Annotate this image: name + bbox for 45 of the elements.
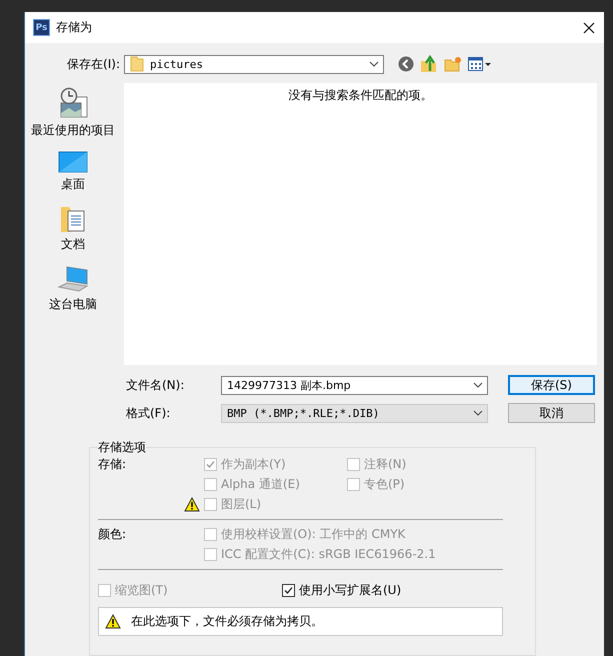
sidebar-place[interactable]: 文档 [60,205,86,253]
section-label: 存储: [98,456,128,473]
sidebar-place[interactable]: 这台电脑 [49,265,97,313]
checkbox-label: 注释(N) [364,456,406,473]
close-icon [583,22,595,34]
view-menu-button[interactable] [468,57,492,71]
empty-message: 没有与搜索条件匹配的项。 [288,87,432,104]
checkbox-label: 作为副本(Y) [221,456,286,473]
checkbox-label: 专色(P) [364,476,405,493]
location-value: pictures [150,58,204,70]
chevron-down-icon [369,61,379,67]
up-folder-button[interactable] [420,55,438,73]
file-name-label: 文件名(N): [126,376,186,394]
cancel-button[interactable]: 取消 [508,403,595,423]
format-value: BMP (*.BMP;*.RLE;*.DIB) [227,406,380,420]
save-button[interactable]: 保存(S) [508,375,595,395]
format-label: 格式(F): [126,404,172,422]
section-label: 颜色: [98,526,128,543]
documents-folder-icon [60,205,86,233]
format-dropdown[interactable]: BMP (*.BMP;*.RLE;*.DIB) [221,404,488,422]
notice-text: 在此选项下，文件必须存储为拷贝。 [131,613,323,630]
desktop-icon [58,151,88,173]
checkbox-label: 使用小写扩展名(U) [299,582,402,599]
chevron-down-icon [473,382,483,388]
checkbox-label: 图层(L) [221,496,262,513]
app-badge: Ps [33,19,50,36]
chevron-down-icon [473,410,483,416]
window-title: 存储为 [56,19,93,36]
location-label: 保存在(I): [66,56,121,72]
group-title: 存储选项 [98,439,146,456]
back-button[interactable] [398,56,414,72]
sidebar-place[interactable]: 最近使用的项目 [31,87,115,139]
checkbox-label: ICC 配置文件(C): sRGB IEC61966-2.1 [221,546,436,563]
warning-icon [105,614,121,629]
new-folder-button[interactable] [444,56,462,72]
checkbox-label: Alpha 通道(E) [221,476,300,493]
checkbox[interactable] [282,584,295,597]
location-dropdown[interactable]: pictures [124,54,384,74]
checkbox-label: 使用校样设置(O): 工作中的 CMYK [221,526,406,543]
laptop-icon [57,265,89,293]
file-name-field[interactable]: 1429977313 副本.bmp [221,376,488,394]
checkbox-label: 缩览图(T) [115,582,168,599]
folder-icon [130,56,144,72]
sidebar-place[interactable]: 桌面 [58,151,88,193]
file-name-value: 1429977313 副本.bmp [227,378,352,392]
